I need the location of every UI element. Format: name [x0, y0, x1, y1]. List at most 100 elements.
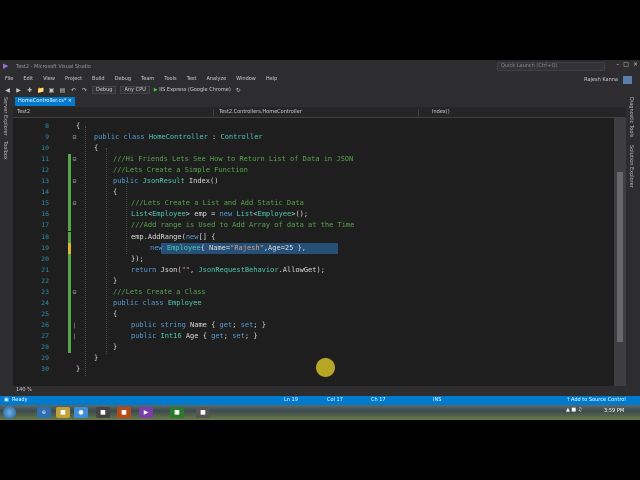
visual-studio-taskbar-icon[interactable]: ▶ [139, 407, 153, 418]
line-number: 16 [41, 210, 49, 219]
code-line[interactable]: 10 { [13, 143, 614, 154]
scrollbar-thumb[interactable] [617, 172, 623, 342]
code-text: { [76, 122, 81, 130]
menu-view[interactable]: View [38, 75, 60, 84]
code-editor[interactable]: 8{9 ⊟ public class HomeController : Contro… [13, 118, 614, 386]
save-all-icon[interactable]: ▤ [59, 87, 66, 94]
code-text: { [113, 309, 118, 318]
forward-icon[interactable]: ▶ [15, 87, 22, 94]
system-tray-icons[interactable]: ▲ ■ ♫ [566, 407, 582, 413]
app-taskbar-icon-3[interactable]: ■ [170, 407, 184, 418]
undo-icon[interactable]: ↶ [70, 87, 77, 94]
code-line[interactable]: 16 List<Employee> emp = new List<Employee… [13, 209, 614, 221]
code-line[interactable]: 17 ///Add range is Used to Add Array of d… [13, 220, 614, 232]
change-marker [68, 264, 71, 276]
menu-help[interactable]: Help [261, 75, 282, 84]
code-line[interactable]: 14 { [13, 187, 614, 199]
code-line[interactable]: 13 ⊟ public JsonResult Index() [13, 176, 614, 188]
server-explorer-tab[interactable]: Server Explorer [2, 97, 8, 136]
avatar[interactable] [623, 76, 632, 84]
code-line[interactable]: 26 ∣ public string Name { get; set; } [13, 319, 614, 331]
solution-explorer-tab[interactable]: Solution Explorer [628, 145, 634, 188]
app-taskbar-icon-2[interactable]: ■ [117, 407, 131, 418]
menu-team[interactable]: Team [136, 75, 159, 84]
code-line[interactable]: 22} [13, 275, 614, 287]
menu-debug[interactable]: Debug [110, 75, 136, 84]
code-line[interactable]: 19 new Employee{ Name="Rajesh",Age=25 }, [13, 242, 614, 254]
chrome-taskbar-icon[interactable]: ● [74, 407, 88, 418]
code-line[interactable]: 21 return Json("", JsonRequestBehavior.Al… [13, 264, 614, 276]
close-icon[interactable]: × [633, 61, 638, 68]
status-bar: ▣ Ready Ln 19 Col 17 Ch 17 INS ↑ Add to … [0, 396, 640, 405]
quick-launch-input[interactable]: Quick Launch (Ctrl+Q) [497, 62, 605, 71]
code-line[interactable]: 11 ⊟ ///Hi Friends Lets See How to Return … [13, 154, 614, 166]
menu-build[interactable]: Build [87, 75, 110, 84]
code-line[interactable]: 29} [13, 353, 614, 364]
app-taskbar-icon[interactable]: ■ [96, 407, 110, 418]
line-number: 12 [41, 166, 49, 175]
menu-tools[interactable]: Tools [159, 75, 181, 84]
configuration-select[interactable]: Debug [92, 86, 117, 94]
menu-analyze[interactable]: Analyze [201, 75, 231, 84]
code-text: List<Employee> emp = new List<Employee>(… [131, 210, 309, 219]
refresh-icon[interactable]: ↻ [235, 87, 242, 94]
code-text: ///Lets Create a Simple Function [113, 166, 248, 175]
project-dropdown[interactable]: Test2 [17, 109, 30, 116]
back-icon[interactable]: ◀ [4, 87, 11, 94]
close-tab-icon[interactable]: × [68, 97, 72, 106]
source-control-icon[interactable]: ↑ [566, 396, 570, 405]
code-line[interactable]: 25 { [13, 308, 614, 320]
code-line[interactable]: 30} [13, 364, 614, 375]
new-project-icon[interactable]: ✚ [26, 87, 33, 94]
menu-window[interactable]: Window [231, 75, 261, 84]
app-taskbar-icon-4[interactable]: ■ [196, 407, 210, 418]
code-line[interactable]: 9 ⊟ public class HomeController : Controll… [13, 132, 614, 143]
class-dropdown[interactable]: Test2.Controllers.HomeController [219, 109, 302, 116]
zoom-level[interactable]: 140 % [13, 386, 626, 394]
code-text: public JsonResult Index() [113, 177, 219, 186]
diagnostic-tools-tab[interactable]: Diagnostic Tools [628, 97, 634, 137]
save-icon[interactable]: ▣ [48, 87, 55, 94]
minimize-icon[interactable]: – [616, 61, 619, 68]
code-line[interactable]: 24 public class Employee [13, 297, 614, 309]
code-line[interactable]: 15 ⊟ ///Lets Create a List and Add Static … [13, 198, 614, 210]
redo-icon[interactable]: ↷ [81, 87, 88, 94]
folder-taskbar-icon[interactable]: ■ [56, 407, 70, 418]
collapse-icon[interactable]: ⊟ [71, 132, 78, 143]
line-number: 17 [41, 221, 49, 230]
platform-select[interactable]: Any CPU [120, 86, 150, 94]
open-icon[interactable]: 📁 [37, 87, 44, 94]
code-line[interactable]: 18 emp.AddRange(new[] { [13, 231, 614, 243]
code-line[interactable]: 27 ∣ public Int16 Age { get; set; } [13, 330, 614, 342]
collapse-icon[interactable]: ⊟ [71, 287, 78, 298]
collapse-icon[interactable]: ⊟ [71, 176, 78, 187]
visual-studio-logo-icon: ▶ [3, 62, 9, 70]
explorer-taskbar-icon[interactable]: e [37, 407, 51, 418]
menu-bar: File Edit View Project Build Debug Team … [0, 75, 640, 84]
start-debugging-button[interactable]: ▶ IIS Express (Google Chrome) [154, 87, 231, 93]
menu-project[interactable]: Project [60, 75, 87, 84]
toolbox-tab[interactable]: Toolbox [2, 141, 8, 160]
document-tab[interactable]: HomeController.cs* × [15, 97, 75, 106]
menu-test[interactable]: Test [182, 75, 202, 84]
code-line[interactable]: 8{ [13, 121, 614, 132]
code-line[interactable]: 23 ⊟ ///Lets Create a Class [13, 286, 614, 298]
start-button[interactable] [3, 406, 16, 419]
code-text: { [113, 188, 118, 197]
user-name[interactable]: Rajesh Kanna [584, 77, 618, 83]
menu-edit[interactable]: Edit [18, 75, 38, 84]
code-line[interactable]: 12 ///Lets Create a Simple Function [13, 165, 614, 177]
menu-file[interactable]: File [0, 75, 18, 84]
add-to-source-control[interactable]: Add to Source Control [571, 396, 626, 405]
code-line[interactable]: 20}); [13, 253, 614, 265]
member-dropdown[interactable]: Index() [432, 109, 450, 116]
collapse-icon[interactable]: ⊟ [71, 198, 78, 209]
code-line[interactable]: 28} [13, 342, 614, 353]
left-tool-strip: Server Explorer Toolbox [0, 95, 13, 395]
collapse-icon[interactable]: ⊟ [71, 154, 78, 165]
maximize-icon[interactable]: □ [623, 61, 629, 68]
status-line: Ln 19 [284, 397, 298, 403]
code-text: public Int16 Age { get; set; } [131, 331, 258, 340]
line-number: 26 [41, 320, 49, 329]
standard-toolbar: ◀ ▶ ✚ 📁 ▣ ▤ ↶ ↷ Debug Any CPU ▶ IIS Expr… [0, 85, 640, 95]
